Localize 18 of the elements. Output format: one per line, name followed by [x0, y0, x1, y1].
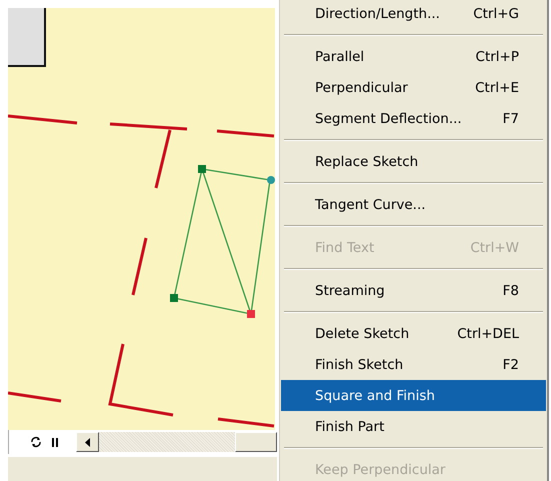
- scroll-left-button[interactable]: [76, 432, 99, 452]
- refresh-icon[interactable]: [30, 436, 42, 448]
- menu-item[interactable]: Square and Finish: [281, 380, 546, 411]
- menu-item[interactable]: Segment Deflection... F7: [280, 103, 547, 134]
- sketch-polygon-drawing[interactable]: [170, 165, 275, 318]
- left-arrow-icon: [85, 438, 90, 446]
- menu-item[interactable]: Perpendicular Ctrl+E: [280, 72, 547, 103]
- pause-icon[interactable]: [52, 438, 58, 446]
- menu-item[interactable]: Finish Part: [280, 411, 547, 442]
- menu-item[interactable]: Tangent Curve...: [280, 189, 547, 220]
- menu-item[interactable]: Parallel Ctrl+P: [280, 41, 547, 72]
- menu-item[interactable]: Streaming F8: [280, 275, 547, 306]
- menu-item[interactable]: Direction/Length... Ctrl+G: [280, 0, 547, 29]
- menu-item[interactable]: Replace Sketch: [280, 146, 547, 177]
- scroll-thumb[interactable]: [235, 432, 277, 452]
- menu-item[interactable]: Finish Sketch F2: [280, 349, 547, 380]
- menu-item[interactable]: Delete Sketch Ctrl+DEL: [280, 318, 547, 349]
- overview-panel: [8, 8, 46, 67]
